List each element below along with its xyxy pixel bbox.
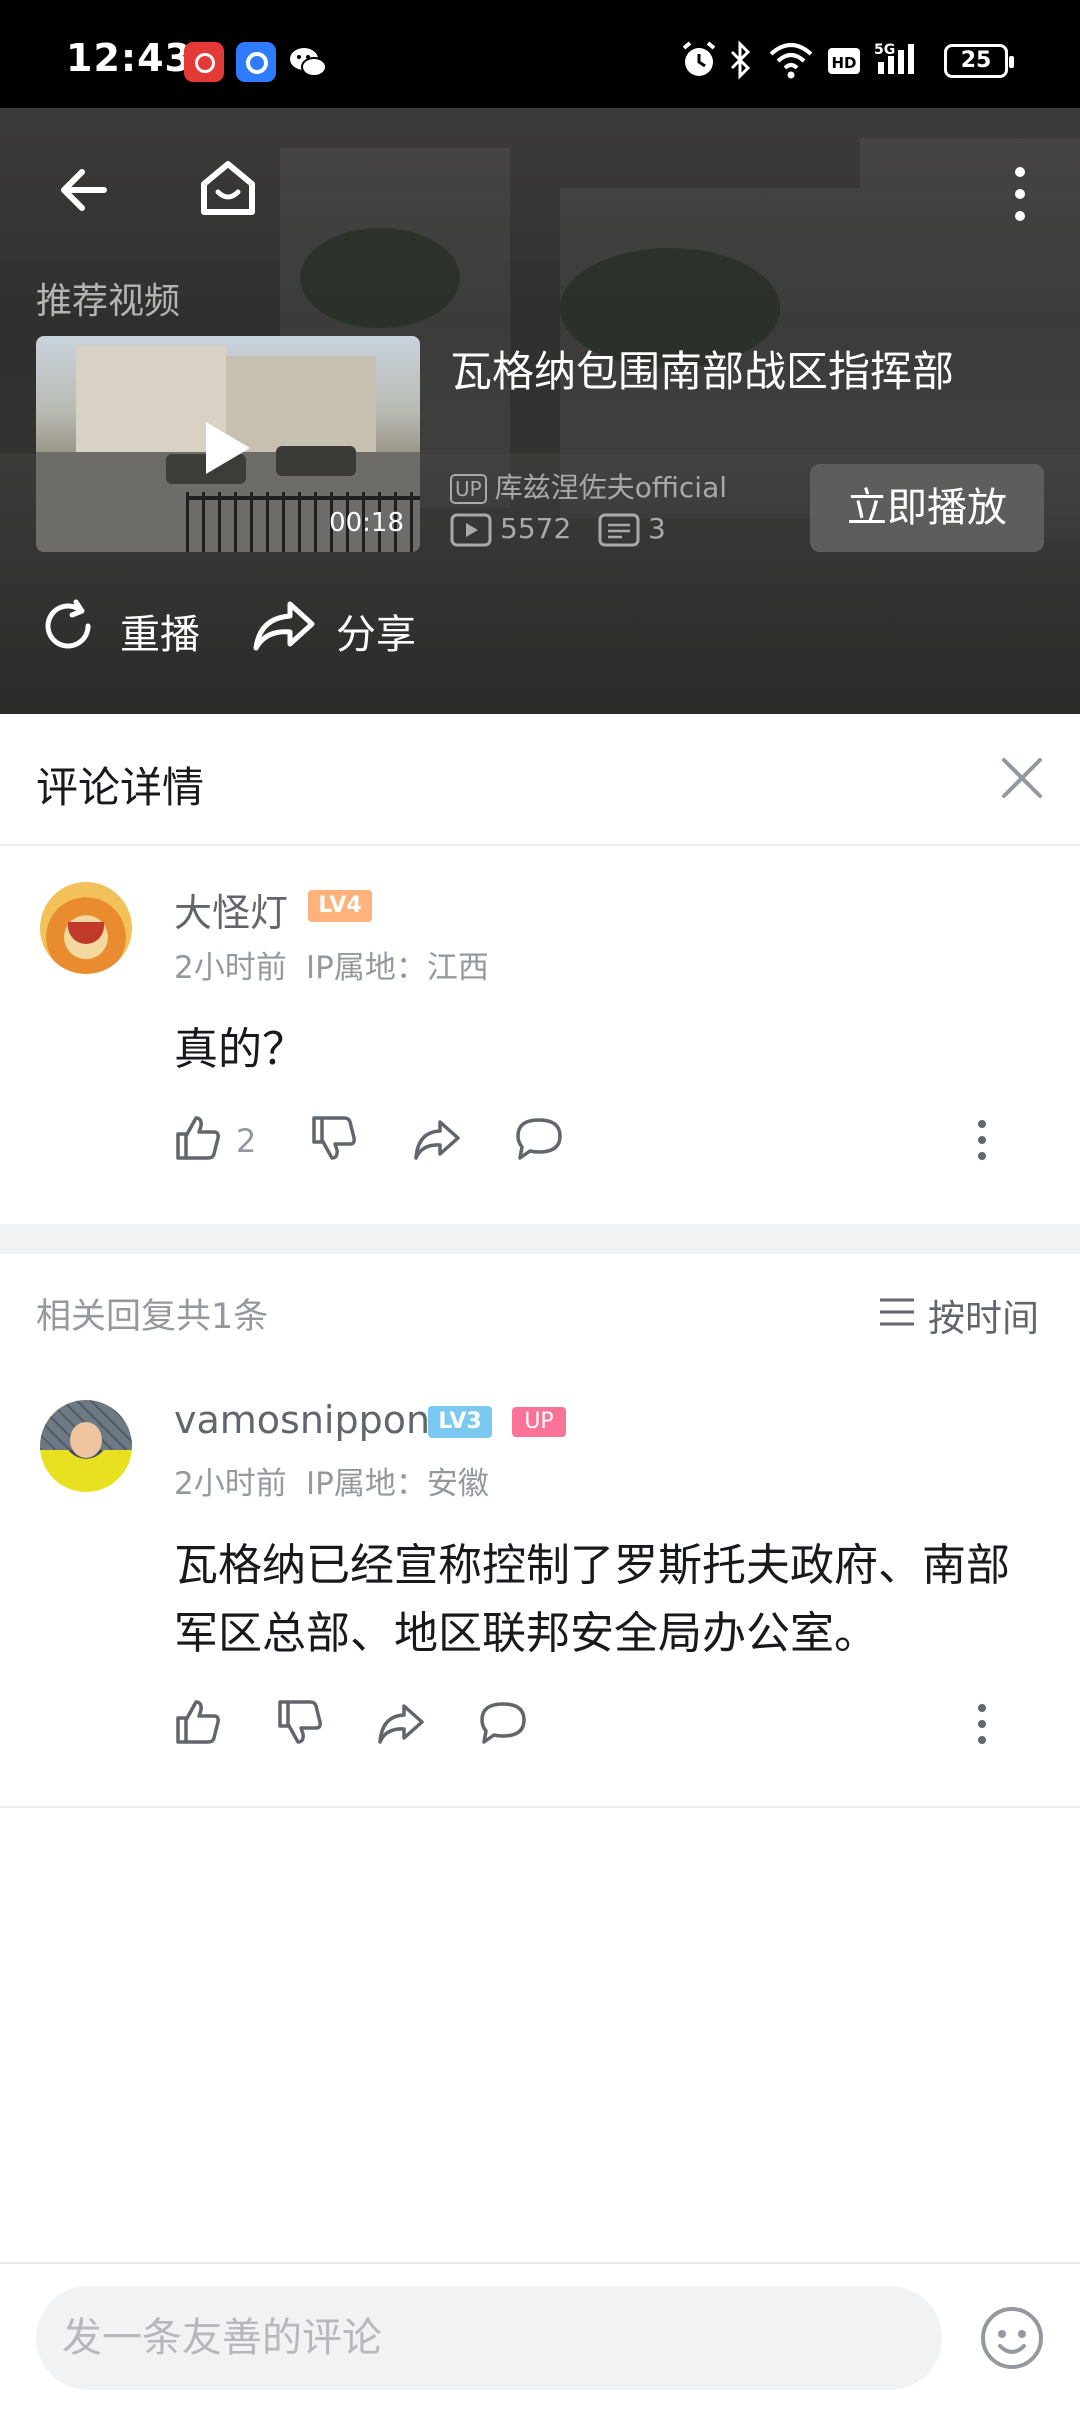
comment-location: IP属地：江西 bbox=[306, 950, 489, 986]
battery-indicator: 25 bbox=[944, 44, 1014, 78]
play-now-button[interactable]: 立即播放 bbox=[810, 464, 1044, 552]
like-count: 2 bbox=[236, 1122, 257, 1160]
browser-icon bbox=[236, 42, 276, 82]
comment-count-value: 3 bbox=[648, 512, 666, 545]
play-count-icon bbox=[450, 513, 492, 547]
divider bbox=[0, 1806, 1080, 1808]
bluetooth-icon bbox=[730, 40, 751, 80]
emoji-icon[interactable] bbox=[978, 2304, 1046, 2372]
close-icon[interactable] bbox=[998, 754, 1046, 802]
wifi-icon bbox=[769, 43, 813, 79]
comment-time: 2小时前 bbox=[174, 950, 287, 986]
recommended-videos-label: 推荐视频 bbox=[36, 281, 181, 322]
status-bar: 12:43 HD 5G 25 bbox=[0, 0, 1080, 108]
signal-5g-icon: 5G bbox=[874, 42, 914, 74]
comment-count: 3 bbox=[598, 512, 666, 547]
share-label: 分享 bbox=[336, 612, 416, 658]
reply-icon[interactable] bbox=[478, 1700, 528, 1746]
reply-text-line-1: 瓦格纳已经宣称控制了罗斯托夫政府、南部 bbox=[174, 1540, 1010, 1591]
like-icon[interactable] bbox=[174, 1698, 222, 1746]
reply-icon[interactable] bbox=[514, 1116, 564, 1162]
more-options-icon[interactable] bbox=[1000, 162, 1040, 226]
comment-text: 真的？ bbox=[174, 1024, 306, 1075]
svg-text:HD: HD bbox=[831, 54, 856, 72]
video-duration: 00:18 bbox=[329, 508, 404, 538]
share-icon bbox=[253, 601, 315, 651]
sort-list-icon bbox=[880, 1298, 914, 1326]
more-options-icon[interactable] bbox=[970, 1116, 994, 1164]
replies-count: 相关回复共1条 bbox=[36, 1297, 269, 1337]
play-count-value: 5572 bbox=[500, 512, 572, 545]
recommended-video-title[interactable]: 瓦格纳包围南部战区指挥部 bbox=[450, 338, 954, 399]
section-separator bbox=[0, 1224, 1080, 1254]
uploader-info[interactable]: UP 库兹涅佐夫official bbox=[450, 466, 727, 506]
comment-details-title: 评论详情 bbox=[36, 763, 205, 812]
home-icon[interactable] bbox=[196, 156, 260, 220]
like-icon[interactable] bbox=[174, 1114, 222, 1162]
up-badge: UP bbox=[512, 1407, 566, 1437]
play-icon[interactable] bbox=[206, 422, 250, 474]
up-badge-icon: UP bbox=[450, 474, 487, 504]
svg-text:5G: 5G bbox=[874, 42, 895, 58]
reply-time: 2小时前 bbox=[174, 1466, 287, 1502]
replay-label: 重播 bbox=[120, 612, 200, 658]
uploader-name: 库兹涅佐夫official bbox=[494, 471, 728, 504]
share-icon[interactable] bbox=[412, 1114, 462, 1162]
replay-icon bbox=[45, 599, 91, 649]
dislike-icon[interactable] bbox=[276, 1698, 324, 1746]
comment-input[interactable]: 发一条友善的评论 bbox=[36, 2286, 942, 2390]
comment-count-icon bbox=[598, 513, 640, 547]
comment-input-bar: 发一条友善的评论 bbox=[0, 2262, 1080, 2412]
back-arrow-icon[interactable] bbox=[54, 160, 114, 220]
netease-music-icon bbox=[184, 42, 224, 82]
level-badge: LV4 bbox=[308, 890, 372, 922]
recommended-video-thumbnail[interactable]: 00:18 bbox=[36, 336, 420, 552]
comment-details-header: 评论详情 bbox=[0, 714, 1080, 846]
avatar[interactable] bbox=[40, 1400, 132, 1492]
replay-button[interactable]: 重播 bbox=[40, 596, 210, 658]
alarm-icon bbox=[682, 41, 716, 76]
share-button[interactable]: 分享 bbox=[252, 596, 432, 658]
level-badge: LV3 bbox=[428, 1406, 492, 1438]
sort-label: 按时间 bbox=[928, 1297, 1039, 1340]
comment-username[interactable]: 大怪灯 bbox=[174, 882, 288, 937]
reply-location: IP属地：安徽 bbox=[306, 1466, 489, 1502]
wechat-icon bbox=[290, 48, 327, 77]
play-count: 5572 bbox=[450, 512, 571, 547]
share-icon[interactable] bbox=[376, 1698, 426, 1746]
reply-username[interactable]: vamosnippon bbox=[174, 1398, 430, 1442]
avatar[interactable] bbox=[40, 882, 132, 974]
video-player[interactable]: 推荐视频 00:18 瓦格纳包围南部战区指挥部 UP 库兹涅佐夫official … bbox=[0, 108, 1080, 714]
more-options-icon[interactable] bbox=[970, 1700, 994, 1748]
dislike-icon[interactable] bbox=[310, 1114, 358, 1162]
status-time: 12:43 bbox=[66, 36, 192, 80]
hd-icon: HD bbox=[828, 48, 860, 74]
reply-text-line-2: 军区总部、地区联邦安全局办公室。 bbox=[174, 1608, 878, 1659]
